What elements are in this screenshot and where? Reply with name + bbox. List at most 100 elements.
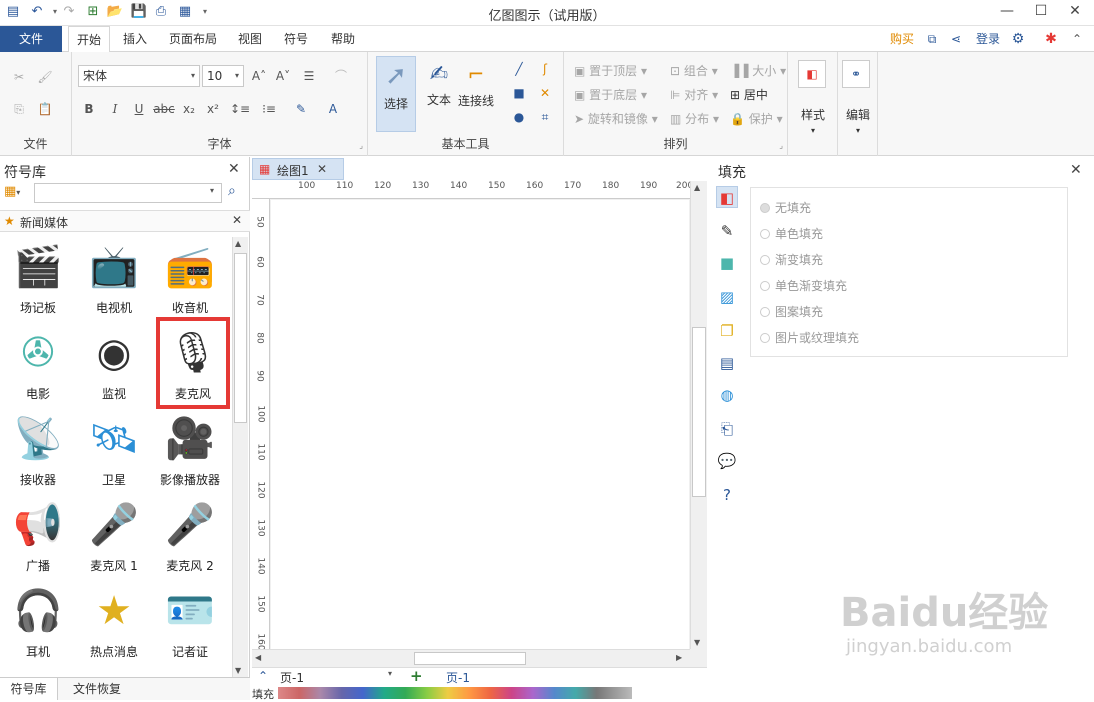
vertical-scrollbar[interactable]: ▲ ▼ xyxy=(690,181,707,649)
paste-icon[interactable]: 📋 xyxy=(36,100,54,118)
copy-icon[interactable]: ⎘ xyxy=(10,100,28,118)
rectangle-tool-icon[interactable]: ■ xyxy=(510,84,528,102)
subscript-button[interactable]: x₂ xyxy=(180,100,198,118)
underline-button[interactable]: U xyxy=(130,100,148,118)
hscroll-right-icon[interactable]: ▶ xyxy=(676,653,682,662)
tab-insert[interactable]: 插入 xyxy=(114,26,156,52)
attachment-side-icon[interactable]: ⎗ xyxy=(716,418,738,440)
send-to-back-button[interactable]: ▣ 置于底层 ▾ xyxy=(574,86,647,103)
symbol-item[interactable]: ★ 热点消息 xyxy=(76,579,152,665)
vscroll-thumb[interactable] xyxy=(692,327,706,497)
page-side-icon[interactable]: ▤ xyxy=(716,352,738,374)
align-button[interactable]: ⊫ 对齐 ▾ xyxy=(670,86,718,103)
style-label[interactable]: 样式 xyxy=(788,106,838,123)
tab-file-recovery[interactable]: 文件恢复 xyxy=(62,678,132,700)
distribute-button[interactable]: ▥ 分布 ▾ xyxy=(670,110,719,127)
font-size-select[interactable]: 10 ▾ xyxy=(202,65,244,87)
strikethrough-button[interactable]: abc xyxy=(152,100,176,118)
font-color-icon[interactable]: A xyxy=(324,100,342,118)
style-dropdown-icon[interactable]: ▾ xyxy=(788,126,838,135)
library-scrollbar[interactable]: ▲ ▼ xyxy=(232,237,248,677)
radio-mono-gradient-fill[interactable]: 单色渐变填充 xyxy=(760,275,847,297)
drawing-page[interactable] xyxy=(271,200,689,649)
close-button[interactable]: ✕ xyxy=(1058,0,1092,24)
page-tab[interactable]: 页-1 xyxy=(446,669,470,686)
scroll-up-icon[interactable]: ▲ xyxy=(235,239,241,248)
arrange-dialog-launcher-icon[interactable]: ⌟ xyxy=(779,141,783,150)
cross-tool-icon[interactable]: ✕ xyxy=(536,84,554,102)
collapse-ribbon-icon[interactable]: ⌃ xyxy=(1066,26,1088,52)
font-dialog-launcher-icon[interactable]: ⌟ xyxy=(359,141,363,150)
arc-tool-icon[interactable]: ʃ xyxy=(536,60,554,78)
bold-button[interactable]: B xyxy=(80,100,98,118)
group-button[interactable]: ⊡ 组合 ▾ xyxy=(670,62,718,79)
center-button[interactable]: ⊞ 居中 xyxy=(730,86,768,103)
symbol-item[interactable]: 🛰 卫星 xyxy=(76,407,152,493)
page-expand-icon[interactable]: ⌃ xyxy=(258,669,268,683)
edit-dropdown-icon[interactable]: ▾ xyxy=(838,126,878,135)
search-icon[interactable]: ⌕ xyxy=(228,183,236,199)
crop-tool-icon[interactable]: ⌗ xyxy=(536,108,554,126)
shadow-side-icon[interactable]: ■ xyxy=(716,252,738,274)
login-link[interactable]: 登录 xyxy=(970,26,1006,52)
tab-help[interactable]: 帮助 xyxy=(322,26,364,52)
select-tool-button[interactable]: ➚ 选择 xyxy=(376,56,416,132)
feedback-icon[interactable]: ⧉ xyxy=(922,26,942,52)
hscroll-left-icon[interactable]: ◀ xyxy=(255,653,261,662)
connector-tool-button[interactable]: ⌐ 连接线 xyxy=(456,56,496,132)
symbol-item-selected[interactable]: 🎙 麦克风 xyxy=(156,317,230,409)
style-icon[interactable]: ◧ xyxy=(798,60,826,88)
scroll-down-icon[interactable]: ▼ xyxy=(235,666,241,675)
scroll-thumb[interactable] xyxy=(234,253,247,423)
horizontal-scrollbar[interactable]: ◀ ▶ xyxy=(252,649,690,667)
font-family-select[interactable]: 宋体 ▾ xyxy=(78,65,200,87)
minimize-button[interactable]: — xyxy=(990,0,1024,24)
symbol-item[interactable]: 🎥 影像播放器 xyxy=(152,407,228,493)
page-selector-dropdown-icon[interactable]: ▾ xyxy=(388,669,392,678)
edit-label[interactable]: 编辑 xyxy=(838,106,878,123)
bullets-icon[interactable]: ⁝≡ xyxy=(260,100,278,118)
line-tool-icon[interactable]: ╱ xyxy=(510,60,528,78)
text-path-icon[interactable]: ⌒ xyxy=(332,67,350,85)
tab-home[interactable]: 开始 xyxy=(68,26,110,53)
document-close-icon[interactable]: ✕ xyxy=(317,162,327,176)
cut-icon[interactable]: ✂ xyxy=(10,68,28,86)
symbol-item[interactable]: 📡 接收器 xyxy=(0,407,76,493)
italic-button[interactable]: I xyxy=(106,100,124,118)
page-selector[interactable]: 页-1 xyxy=(280,669,304,686)
symbol-item[interactable]: 🎬 场记板 xyxy=(0,235,76,321)
symbol-item[interactable]: ◉ 监视 xyxy=(76,321,152,407)
radio-no-fill[interactable]: 无填充 xyxy=(760,197,811,219)
grow-font-icon[interactable]: A˄ xyxy=(250,67,268,85)
radio-picture-fill[interactable]: 图片或纹理填充 xyxy=(760,327,859,349)
symbol-item[interactable]: 📢 广播 xyxy=(0,493,76,579)
category-close-icon[interactable]: ✕ xyxy=(232,213,242,227)
text-tool-button[interactable]: ✍ 文本 xyxy=(420,56,458,132)
protect-button[interactable]: 🔒 保护 ▾ xyxy=(730,110,783,127)
radio-pattern-fill[interactable]: 图案填充 xyxy=(760,301,823,323)
symbol-item[interactable]: 🎧 耳机 xyxy=(0,579,76,665)
radio-gradient-fill[interactable]: 渐变填充 xyxy=(760,249,823,271)
app-store-icon[interactable]: ✱ xyxy=(1040,26,1062,52)
hscroll-thumb[interactable] xyxy=(414,652,526,665)
comment-side-icon[interactable]: 💬 xyxy=(716,450,738,472)
format-painter-icon[interactable]: 🖌 xyxy=(36,68,54,86)
symbol-item[interactable]: 📺 电视机 xyxy=(76,235,152,321)
symbol-item[interactable]: 🪪 记者证 xyxy=(152,579,228,665)
rotate-mirror-button[interactable]: ➤ 旋转和镜像 ▾ xyxy=(574,110,658,127)
symbol-item[interactable]: 🎤 麦克风 1 xyxy=(76,493,152,579)
image-side-icon[interactable]: ▨ xyxy=(716,286,738,308)
layers-side-icon[interactable]: ❐ xyxy=(716,320,738,342)
size-button[interactable]: ▐▐ 大小 ▾ xyxy=(730,62,786,79)
symbol-item[interactable]: 🎤 麦克风 2 xyxy=(152,493,228,579)
settings-gear-icon[interactable]: ⚙ xyxy=(1006,26,1030,52)
maximize-button[interactable]: ☐ xyxy=(1024,0,1058,24)
library-menu-icon[interactable]: ▦▾ xyxy=(4,184,20,199)
panel-close-icon[interactable]: ✕ xyxy=(228,161,240,177)
tab-page-layout[interactable]: 页面布局 xyxy=(162,26,224,52)
fill-panel-close-icon[interactable]: ✕ xyxy=(1070,162,1082,178)
search-dropdown-icon[interactable]: ▾ xyxy=(210,186,214,195)
tab-library[interactable]: 符号库 xyxy=(0,678,58,700)
ellipse-tool-icon[interactable]: ● xyxy=(510,108,528,126)
highlight-icon[interactable]: ✎ xyxy=(292,100,310,118)
